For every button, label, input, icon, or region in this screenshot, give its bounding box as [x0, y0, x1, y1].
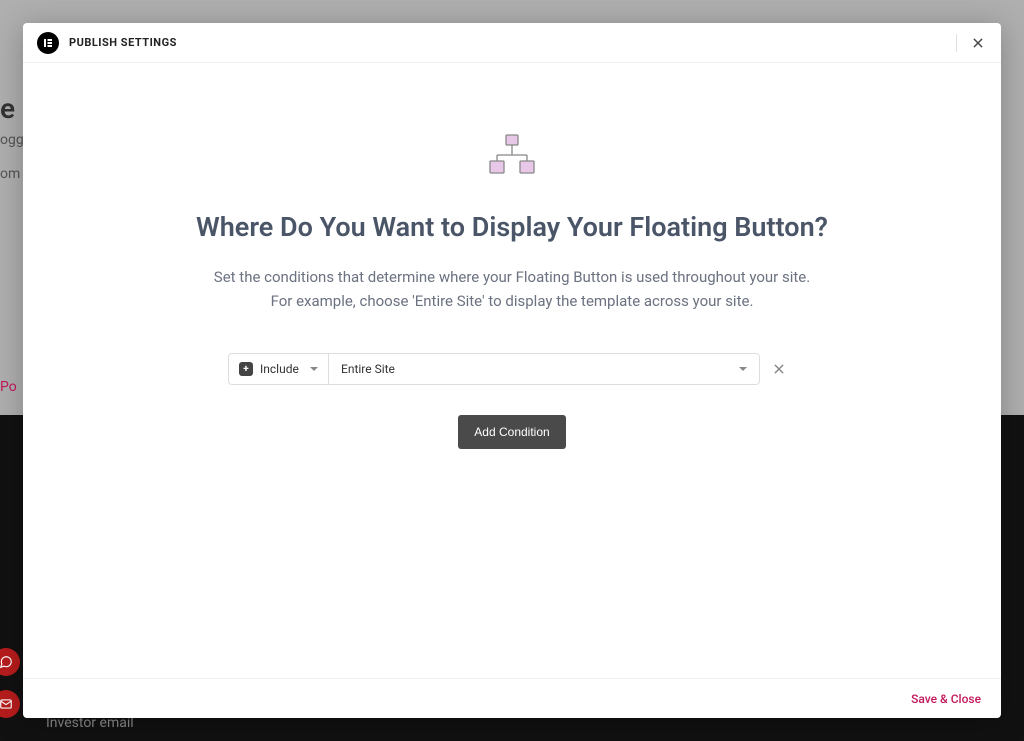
- scope-label: Entire Site: [341, 362, 739, 376]
- plus-icon: +: [239, 362, 253, 376]
- scope-dropdown[interactable]: Entire Site: [328, 353, 760, 385]
- modal-body: Where Do You Want to Display Your Floati…: [23, 63, 1001, 678]
- include-label: Include: [260, 362, 303, 376]
- header-divider: [956, 34, 957, 52]
- chevron-down-icon: [310, 367, 318, 371]
- condition-row: + Include Entire Site: [228, 353, 796, 385]
- chevron-down-icon: [739, 367, 747, 371]
- modal-title: PUBLISH SETTINGS: [69, 36, 177, 49]
- background-fragment: e: [0, 92, 15, 125]
- modal-subtext: Set the conditions that determine where …: [192, 265, 832, 313]
- close-button[interactable]: [969, 34, 987, 52]
- modal-heading: Where Do You Want to Display Your Floati…: [63, 211, 961, 243]
- sitemap-icon: [63, 133, 961, 177]
- remove-condition-button[interactable]: [762, 353, 796, 385]
- background-fragment: Po: [0, 379, 17, 395]
- modal-footer: Save & Close: [23, 678, 1001, 718]
- elementor-logo-icon: [37, 32, 59, 54]
- add-condition-button[interactable]: Add Condition: [458, 415, 565, 449]
- background-fragment: ogg: [0, 132, 24, 148]
- include-exclude-dropdown[interactable]: + Include: [228, 353, 328, 385]
- save-and-close-button[interactable]: Save & Close: [911, 692, 981, 706]
- background-fragment: om: [0, 166, 20, 182]
- publish-settings-modal: PUBLISH SETTINGS Where Do You Want to Di…: [23, 23, 1001, 718]
- modal-header: PUBLISH SETTINGS: [23, 23, 1001, 63]
